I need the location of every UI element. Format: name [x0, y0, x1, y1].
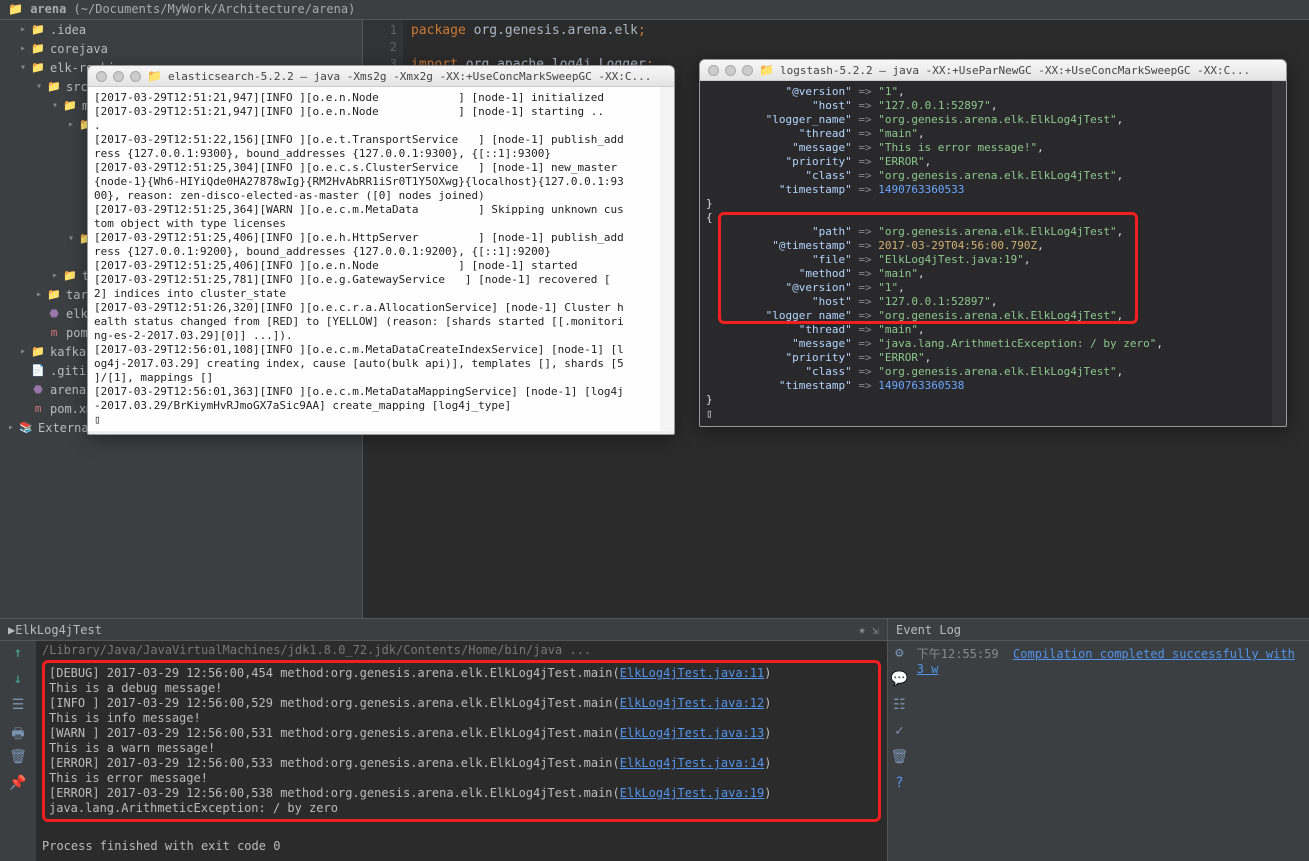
run-toolbar: ↑ ↓ ☰ 🖶 🗑 📌 — [0, 641, 36, 861]
run-panel: ▶ ElkLog4jTest ✷ ⇲ ↑ ↓ ☰ 🖶 🗑 📌 /Library/ — [0, 619, 887, 861]
print-icon[interactable]: 🖶 — [9, 723, 27, 741]
logstash-highlight-box — [718, 212, 1138, 324]
source-link[interactable]: ElkLog4jTest.java:14 — [620, 756, 765, 770]
logstash-terminal-window[interactable]: 📁 logstash-5.2.2 — java -XX:+UseParNewGC… — [699, 59, 1287, 427]
rerun-icon[interactable]: ↑ — [9, 645, 27, 663]
event-filter-icon[interactable]: ☷ — [893, 697, 906, 713]
event-log-panel: Event Log ⚙ 💬 ☷ ✓ 🗑 ? 下午12:55:59 Compila… — [887, 619, 1309, 861]
console-line: This is a warn message! — [49, 741, 874, 756]
exit-line: Process finished with exit code 0 — [42, 839, 881, 854]
tree-idea[interactable]: ▸📁.idea — [0, 20, 362, 39]
run-config-icon: ▶ — [8, 623, 15, 637]
event-help-icon[interactable]: ? — [895, 775, 903, 791]
source-link[interactable]: ElkLog4jTest.java:12 — [620, 696, 765, 710]
tree-corejava[interactable]: ▸📁corejava — [0, 39, 362, 58]
event-log-title: Event Log — [896, 623, 961, 637]
console-line: This is error message! — [49, 771, 874, 786]
minimize-icon[interactable]: ⇲ — [872, 623, 879, 637]
console-line: [ERROR] 2017-03-29 12:56:00,538 method:o… — [49, 786, 874, 801]
scrollbar[interactable] — [660, 87, 674, 431]
event-settings-icon[interactable]: ⚙ — [895, 645, 903, 661]
layout-icon[interactable]: ☰ — [9, 697, 27, 715]
java-cmd: /Library/Java/JavaVirtualMachines/jdk1.8… — [42, 643, 881, 658]
elasticsearch-terminal-window[interactable]: 📁 elasticsearch-5.2.2 — java -Xms2g -Xmx… — [87, 65, 675, 435]
source-link[interactable]: ElkLog4jTest.java:13 — [620, 726, 765, 740]
es-title: elasticsearch-5.2.2 — java -Xms2g -Xmx2g… — [168, 70, 651, 83]
zoom-icon[interactable] — [742, 65, 753, 76]
minimize-icon[interactable] — [113, 71, 124, 82]
pin-icon[interactable]: 📌 — [9, 775, 27, 793]
close-icon[interactable] — [708, 65, 719, 76]
folder-icon: 📁 — [759, 63, 774, 77]
console-line: [ERROR] 2017-03-29 12:56:00,533 method:o… — [49, 756, 874, 771]
settings-icon[interactable]: ✷ — [859, 623, 866, 637]
console-line: [DEBUG] 2017-03-29 12:56:00,454 method:o… — [49, 666, 874, 681]
close-icon[interactable] — [96, 71, 107, 82]
event-message: 下午12:55:59 Compilation completed success… — [911, 641, 1309, 861]
es-terminal-output[interactable]: [2017-03-29T12:51:21,947][INFO ][o.e.n.N… — [88, 87, 674, 431]
console-line: [WARN ] 2017-03-29 12:56:00,531 method:o… — [49, 726, 874, 741]
clear-icon[interactable]: 🗑 — [9, 749, 27, 767]
ls-terminal-output[interactable]: "@version" => "1", "host" => "127.0.0.1:… — [700, 81, 1286, 427]
project-name: arena — [30, 2, 66, 16]
event-balloon-icon[interactable]: 💬 — [891, 671, 908, 687]
es-titlebar[interactable]: 📁 elasticsearch-5.2.2 — java -Xms2g -Xmx… — [88, 66, 674, 87]
project-path: (~/Documents/MyWork/Architecture/arena) — [74, 2, 356, 16]
source-link[interactable]: ElkLog4jTest.java:19 — [620, 786, 765, 800]
minimize-icon[interactable] — [725, 65, 736, 76]
console-highlight-box: [DEBUG] 2017-03-29 12:56:00,454 method:o… — [42, 660, 881, 822]
event-mark-icon[interactable]: ✓ — [895, 723, 903, 739]
ls-title: logstash-5.2.2 — java -XX:+UseParNewGC -… — [780, 64, 1250, 77]
source-link[interactable]: ElkLog4jTest.java:11 — [620, 666, 765, 680]
run-console[interactable]: /Library/Java/JavaVirtualMachines/jdk1.8… — [36, 641, 887, 861]
ls-titlebar[interactable]: 📁 logstash-5.2.2 — java -XX:+UseParNewGC… — [700, 60, 1286, 81]
console-line: [INFO ] 2017-03-29 12:56:00,529 method:o… — [49, 696, 874, 711]
scrollbar[interactable] — [1272, 81, 1286, 427]
console-line: This is a debug message! — [49, 681, 874, 696]
zoom-icon[interactable] — [130, 71, 141, 82]
console-line: This is info message! — [49, 711, 874, 726]
breadcrumb: 📁 arena (~/Documents/MyWork/Architecture… — [0, 0, 1309, 20]
folder-icon: 📁 — [147, 69, 162, 83]
console-line: java.lang.ArithmeticException: / by zero — [49, 801, 874, 816]
stop-icon[interactable]: ↓ — [9, 671, 27, 689]
run-title: ElkLog4jTest — [15, 623, 102, 637]
event-trash-icon[interactable]: 🗑 — [891, 749, 909, 765]
